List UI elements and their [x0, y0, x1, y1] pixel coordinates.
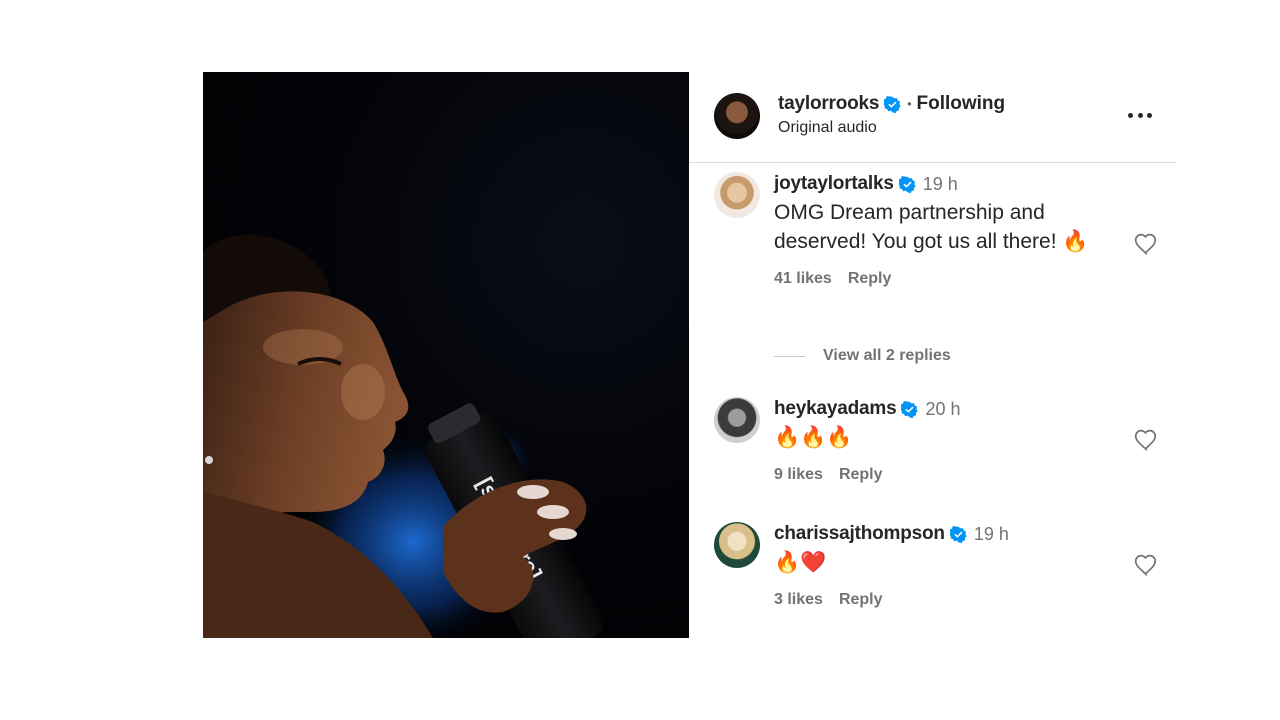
- comment-likes-count[interactable]: 41 likes: [774, 270, 832, 288]
- commenter-avatar[interactable]: [714, 172, 760, 218]
- comment-text: OMG Dream partnership and deserved! You …: [774, 201, 1089, 253]
- verified-badge-icon: [901, 400, 919, 418]
- following-button[interactable]: Following: [916, 93, 1005, 115]
- commenter-username[interactable]: joytaylortalks: [774, 173, 894, 195]
- comment-text: 🔥🔥🔥: [774, 426, 853, 449]
- comment-timestamp[interactable]: 20 h: [925, 399, 960, 420]
- reply-button[interactable]: Reply: [848, 270, 892, 288]
- heart-icon[interactable]: [1133, 231, 1159, 256]
- heart-icon[interactable]: [1133, 427, 1159, 452]
- separator-dot: •: [907, 97, 912, 111]
- post-photo: [solidcore]: [203, 234, 604, 638]
- commenter-avatar[interactable]: [714, 522, 760, 568]
- commenter-avatar[interactable]: [714, 397, 760, 443]
- commenter-username[interactable]: heykayadams: [774, 398, 897, 420]
- comment-likes-count[interactable]: 9 likes: [774, 466, 823, 484]
- post-modal: [solidcore] taylorrooks • Following Orig…: [203, 72, 1177, 638]
- reply-button[interactable]: Reply: [839, 466, 883, 484]
- original-audio-link[interactable]: Original audio: [778, 119, 877, 137]
- verified-badge-icon: [949, 525, 967, 543]
- view-replies-button[interactable]: View all 2 replies: [774, 347, 951, 365]
- comment-text: 🔥❤️: [774, 551, 827, 574]
- comment-likes-count[interactable]: 3 likes: [774, 591, 823, 609]
- comment-timestamp[interactable]: 19 h: [923, 174, 958, 195]
- comments-panel: taylorrooks • Following Original audio j…: [689, 72, 1177, 638]
- reply-button[interactable]: Reply: [839, 591, 883, 609]
- heart-icon[interactable]: [1133, 552, 1159, 577]
- comment-timestamp[interactable]: 19 h: [974, 524, 1009, 545]
- post-header: taylorrooks • Following Original audio: [689, 72, 1177, 163]
- replies-divider-line: [774, 355, 805, 357]
- comment-list[interactable]: joytaylortalks 19 h OMG Dream partnershi…: [689, 164, 1177, 638]
- view-replies-label: View all 2 replies: [823, 347, 951, 364]
- verified-badge-icon: [898, 175, 916, 193]
- author-username[interactable]: taylorrooks: [778, 93, 879, 115]
- author-avatar[interactable]: [714, 93, 760, 139]
- more-options-icon[interactable]: [1125, 103, 1155, 127]
- post-media[interactable]: [solidcore]: [203, 72, 689, 638]
- verified-badge-icon: [884, 95, 902, 113]
- commenter-username[interactable]: charissajthompson: [774, 523, 945, 545]
